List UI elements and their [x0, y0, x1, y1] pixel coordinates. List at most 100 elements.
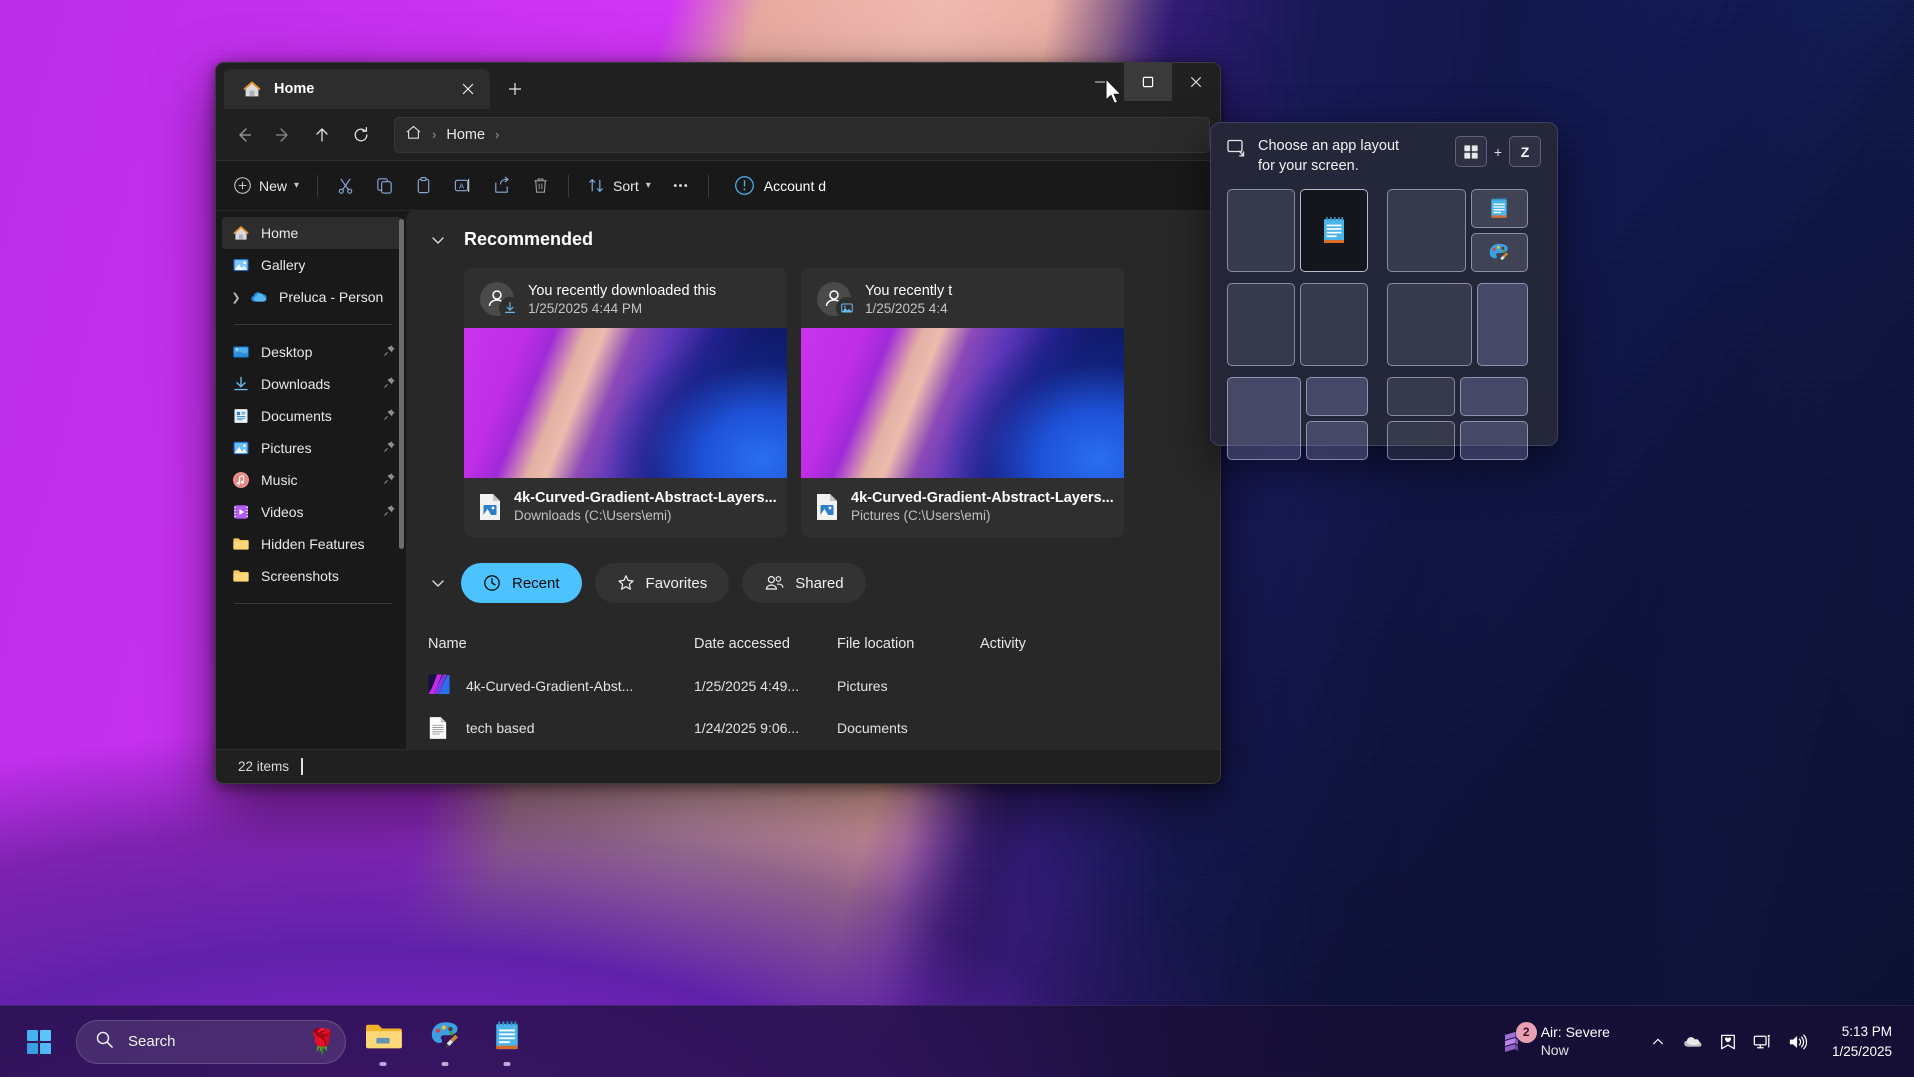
snap-option-two-equal[interactable]	[1227, 189, 1368, 273]
delete-button[interactable]	[522, 169, 559, 203]
card-thumbnail[interactable]	[801, 328, 1124, 478]
recommended-card[interactable]: You recently t 1/25/2025 4:4 4k-Curved-G…	[801, 268, 1124, 537]
weather-widget[interactable]: 2 Air: Severe Now	[1491, 1020, 1620, 1063]
sidebar-item-music[interactable]: Music	[222, 464, 402, 496]
cloud-icon[interactable]	[1677, 1022, 1709, 1062]
snap-zone[interactable]	[1305, 421, 1368, 461]
chevron-up-icon[interactable]	[1642, 1022, 1674, 1062]
copy-button[interactable]	[366, 169, 403, 203]
recommended-card[interactable]: You recently downloaded this 1/25/2025 4…	[464, 268, 787, 537]
snap-zone[interactable]	[1460, 377, 1528, 417]
snap-option-two-equal-b[interactable]	[1227, 283, 1368, 367]
taskbar-app-paint[interactable]	[420, 1016, 470, 1068]
pin-icon[interactable]	[383, 472, 396, 488]
card-header: You recently downloaded this 1/25/2025 4…	[464, 268, 787, 328]
sidebar-item-home[interactable]: Home	[222, 217, 402, 249]
tab-shared[interactable]: Shared	[742, 563, 866, 603]
sidebar-item-desktop[interactable]: Desktop	[222, 336, 402, 368]
breadcrumb-home[interactable]: Home	[446, 127, 485, 143]
sidebar-item-pictures[interactable]: Pictures	[222, 432, 402, 464]
windows-start-icon[interactable]	[14, 1017, 64, 1067]
tab-favorites[interactable]: Favorites	[594, 563, 730, 603]
column-header-file-location[interactable]: File location	[837, 636, 980, 652]
snap-zone[interactable]	[1470, 233, 1528, 273]
snap-zone[interactable]	[1387, 421, 1455, 461]
running-indicator	[379, 1061, 387, 1066]
sidebar-item-gallery[interactable]: Gallery	[222, 249, 402, 281]
sidebar-item-screenshots[interactable]: Screenshots	[222, 560, 402, 592]
network-icon[interactable]	[1747, 1022, 1779, 1062]
heart-icon[interactable]	[1712, 1022, 1744, 1062]
tab-recent[interactable]: Recent	[461, 563, 582, 603]
paste-button[interactable]	[405, 169, 442, 203]
column-header-activity[interactable]: Activity	[980, 636, 1100, 652]
taskbar-clock[interactable]: 5:13 PM 1/25/2025	[1818, 1022, 1900, 1061]
sidebar-item-onedrive[interactable]: ❯ Preluca - Person	[222, 281, 402, 313]
taskbar-app-notepad[interactable]	[482, 1016, 532, 1068]
snap-option-left-large-two-stacked[interactable]	[1227, 377, 1368, 461]
snap-zone[interactable]	[1227, 189, 1295, 273]
maximize-icon[interactable]	[1124, 63, 1172, 101]
back-button[interactable]	[226, 117, 262, 153]
sidebar-item-documents[interactable]: Documents	[222, 400, 402, 432]
snap-zone[interactable]	[1387, 377, 1455, 417]
account-status-button[interactable]: Account d	[724, 169, 836, 203]
minimize-icon[interactable]	[1076, 63, 1124, 101]
forward-button[interactable]	[265, 117, 301, 153]
new-button[interactable]: New ▾	[224, 169, 308, 203]
rename-button[interactable]: A	[444, 169, 481, 203]
table-row[interactable]: 4k-Curved-Gradient-Abst... 1/25/2025 4:4…	[406, 665, 1220, 707]
sidebar-scrollbar[interactable]	[399, 219, 404, 549]
new-tab-button[interactable]	[498, 72, 532, 106]
snap-option-wide-left-narrow-right[interactable]	[1387, 283, 1528, 367]
column-header-name[interactable]: Name	[428, 636, 694, 652]
column-header-date-accessed[interactable]: Date accessed	[694, 636, 837, 652]
sidebar-item-videos[interactable]: Videos	[222, 496, 402, 528]
snap-zone[interactable]	[1460, 421, 1528, 461]
pin-icon[interactable]	[383, 504, 396, 520]
snap-zone[interactable]	[1300, 283, 1368, 367]
title-bar: Home	[216, 63, 1220, 109]
card-header: You recently t 1/25/2025 4:4	[801, 268, 1124, 328]
home-outline-icon[interactable]	[405, 124, 422, 145]
snap-zone[interactable]	[1387, 283, 1473, 367]
search-input[interactable]: Search 🌹	[76, 1019, 346, 1064]
tab-home[interactable]: Home	[224, 69, 490, 109]
snap-option-quad-grid[interactable]	[1387, 377, 1528, 461]
pin-icon[interactable]	[383, 440, 396, 456]
speaker-icon[interactable]	[1782, 1022, 1814, 1062]
share-button[interactable]	[483, 169, 520, 203]
cut-button[interactable]	[327, 169, 364, 203]
address-bar[interactable]: › Home ›	[394, 116, 1210, 153]
card-thumbnail[interactable]	[464, 328, 787, 478]
pin-icon[interactable]	[383, 376, 396, 392]
chevron-right-icon[interactable]: ❯	[228, 289, 244, 305]
snap-zone-selected[interactable]	[1300, 189, 1368, 273]
snap-option-left-large-two-right[interactable]	[1387, 189, 1528, 273]
refresh-button[interactable]	[343, 117, 379, 153]
close-icon[interactable]	[1172, 63, 1220, 101]
sidebar-item-hidden-features[interactable]: Hidden Features	[222, 528, 402, 560]
snap-zone[interactable]	[1227, 283, 1295, 367]
snap-zone[interactable]	[1227, 377, 1301, 461]
sidebar-item-downloads[interactable]: Downloads	[222, 368, 402, 400]
snap-zone[interactable]	[1470, 189, 1528, 229]
snap-zone[interactable]	[1477, 283, 1528, 367]
more-options-button[interactable]	[662, 169, 699, 203]
snap-zone[interactable]	[1387, 189, 1466, 273]
up-button[interactable]	[304, 117, 340, 153]
windows-key-icon	[1454, 136, 1487, 167]
sidebar-item-label: Music	[261, 472, 298, 488]
pin-icon[interactable]	[383, 408, 396, 424]
svg-text:A: A	[459, 181, 465, 190]
sort-button[interactable]: Sort ▾	[578, 169, 660, 203]
chevron-down-icon[interactable]	[428, 232, 448, 248]
chevron-down-icon[interactable]	[428, 575, 448, 591]
close-icon[interactable]	[454, 75, 482, 103]
snap-zone[interactable]	[1305, 377, 1368, 417]
card-headline: You recently t	[865, 282, 953, 299]
pin-icon[interactable]	[383, 344, 396, 360]
running-indicator	[441, 1061, 449, 1066]
table-row[interactable]: tech based 1/24/2025 9:06... Documents	[406, 707, 1220, 749]
taskbar-app-file-explorer[interactable]	[358, 1016, 408, 1068]
